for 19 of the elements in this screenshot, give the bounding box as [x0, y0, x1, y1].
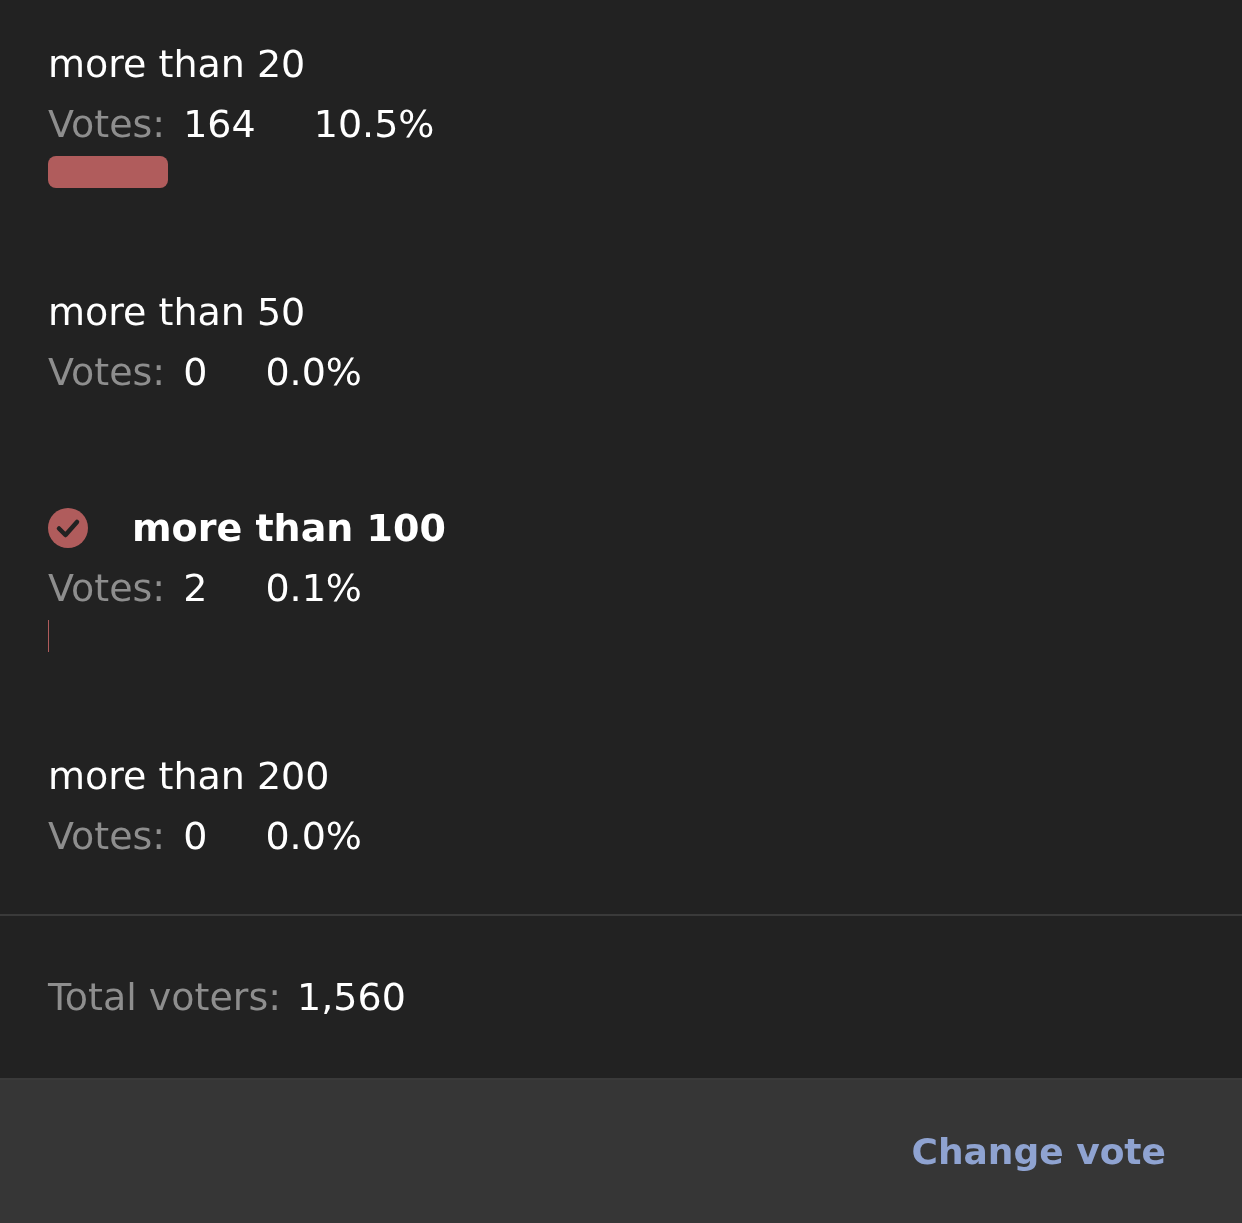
vote-count: 0 [183, 350, 208, 394]
votes-label: Votes: [48, 102, 166, 146]
change-vote-button[interactable]: Change vote [905, 1125, 1172, 1178]
vote-percent: 0.0% [265, 814, 362, 858]
votes-label: Votes: [48, 566, 166, 610]
vote-percent: 0.0% [265, 350, 362, 394]
option-label: more than 100 [132, 505, 446, 552]
vote-count: 164 [183, 102, 256, 146]
vote-count: 2 [183, 566, 208, 610]
votes-label: Votes: [48, 350, 166, 394]
vote-percent: 10.5% [313, 102, 435, 146]
option-label: more than 20 [48, 41, 306, 88]
option-label: more than 50 [48, 289, 306, 336]
total-voters-value: 1,560 [297, 975, 406, 1019]
vote-count: 0 [183, 814, 208, 858]
total-voters-label: Total voters: [48, 975, 282, 1019]
option-label: more than 200 [48, 753, 330, 800]
vote-percent: 0.1% [265, 566, 362, 610]
votes-label: Votes: [48, 814, 166, 858]
